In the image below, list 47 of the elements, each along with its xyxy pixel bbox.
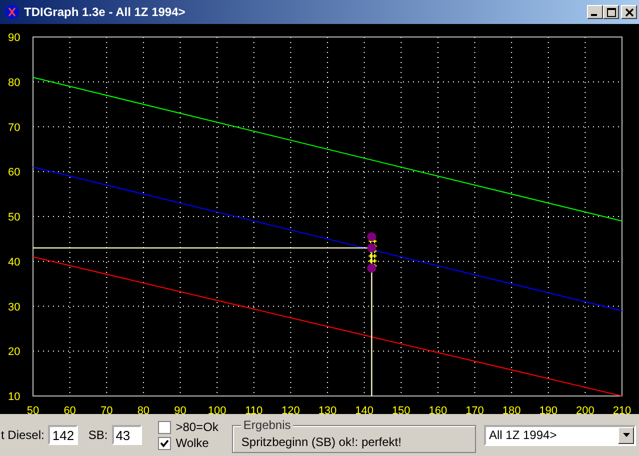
x-tick-label: 130	[318, 405, 337, 414]
dropdown-button[interactable]	[618, 426, 634, 444]
x-tick-label: 210	[612, 405, 632, 414]
x-tick-label: 70	[100, 405, 113, 414]
x-tick-label: 100	[208, 405, 226, 414]
y-tick-label: 80	[8, 76, 20, 89]
y-tick-label: 50	[8, 212, 20, 224]
window-title: TDIGraph 1.3e - All 1Z 1994>	[24, 5, 186, 19]
x-tick-label: 200	[576, 405, 594, 414]
profile-dropdown[interactable]: All 1Z 1994>	[484, 424, 636, 446]
checkbox[interactable]	[158, 420, 171, 434]
maximize-icon	[606, 8, 616, 16]
x-tick-label: 120	[282, 405, 300, 414]
diesel-label: t Diesel:	[1, 428, 44, 442]
x-tick-label: 150	[392, 405, 410, 414]
diesel-field[interactable]: 142	[48, 425, 78, 445]
checkbox-option[interactable]: Wolke	[158, 436, 218, 450]
sb-label: SB:	[88, 428, 108, 442]
x-tick-label: 90	[174, 405, 186, 414]
x-tick-label: 80	[137, 405, 150, 414]
x-tick-label: 170	[466, 405, 484, 414]
result-text: Spritzbeginn (SB) ok!: perfekt!	[241, 435, 402, 449]
x-tick-label: 160	[428, 405, 448, 414]
group-title: Ergebnis	[241, 418, 293, 432]
minimize-button[interactable]	[587, 5, 603, 19]
x-tick-label: 110	[245, 405, 263, 414]
y-tick-label: 30	[8, 301, 20, 314]
y-tick-label: 70	[8, 122, 20, 134]
close-icon	[624, 8, 634, 16]
caret-icon	[622, 433, 630, 437]
app-icon	[4, 4, 20, 20]
close-button[interactable]	[621, 5, 637, 19]
x-tick-label: 50	[26, 405, 40, 414]
y-tick-label: 10	[8, 391, 20, 403]
x-tick-label: 180	[502, 405, 521, 414]
y-tick-label: 20	[8, 346, 20, 358]
x-tick-label: 140	[355, 405, 374, 414]
x-tick-label: 190	[539, 405, 558, 414]
checkbox-option[interactable]: >80=Ok	[158, 420, 218, 434]
maximize-button[interactable]	[603, 5, 619, 19]
y-tick-label: 90	[8, 32, 20, 44]
y-tick-label: 40	[8, 256, 20, 268]
measurement-drawing	[367, 232, 378, 273]
y-tick-label: 60	[8, 166, 20, 179]
checkbox[interactable]	[158, 436, 171, 450]
x-tick-label: 60	[64, 405, 76, 414]
sb-field[interactable]: 43	[112, 425, 142, 445]
